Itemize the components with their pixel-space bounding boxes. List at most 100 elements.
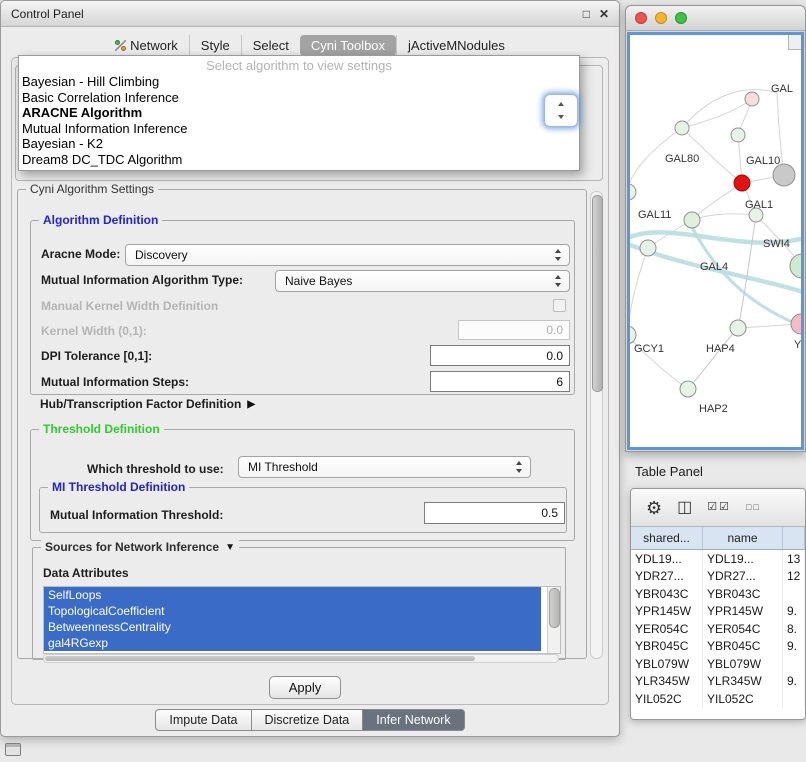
dropdown-placeholder: Select algorithm to view settings <box>19 57 579 74</box>
tab-jactivemnodules[interactable]: jActiveMNodules <box>396 35 516 56</box>
data-attributes-label: Data Attributes <box>43 566 129 580</box>
network-node[interactable] <box>773 164 795 186</box>
control-panel-titlebar[interactable]: Control Panel □ ✕ <box>1 1 619 27</box>
zoom-traffic-light[interactable] <box>675 12 687 24</box>
table-column-header[interactable] <box>783 527 805 549</box>
attributes-list-scrollbar[interactable] <box>547 587 560 653</box>
tab-network[interactable]: Network <box>104 35 189 56</box>
network-node[interactable] <box>630 326 636 344</box>
mi-threshold-group-label: MI Threshold Definition <box>48 480 189 494</box>
algorithm-option[interactable]: Mutual Information Inference <box>19 121 579 137</box>
hub-section-toggle[interactable]: Hub/Transcription Factor Definition ▶ <box>40 397 255 411</box>
table-cell: YLR345W <box>703 673 783 691</box>
apply-button[interactable]: Apply <box>269 676 341 699</box>
tab-style[interactable]: Style <box>189 35 241 56</box>
algorithm-option[interactable]: Basic Correlation Inference <box>19 90 579 106</box>
window-close-icon[interactable]: ✕ <box>599 8 609 20</box>
algorithm-option[interactable]: Bayesian - Hill Climbing <box>19 74 579 90</box>
sources-group-toggle[interactable]: Sources for Network Inference ▼ <box>41 540 239 554</box>
table-row[interactable]: YPR145WYPR145W9. <box>631 603 805 621</box>
table-header[interactable]: shared...name <box>631 527 805 550</box>
table-cell: YLR345W <box>631 673 703 691</box>
attribute-item[interactable]: BetweennessCentrality <box>44 619 541 635</box>
which-threshold-value: MI Threshold <box>248 460 318 474</box>
table-cell: YDR27... <box>703 568 783 586</box>
network-window-titlebar[interactable] <box>626 6 805 31</box>
network-node-label: Y <box>794 339 802 351</box>
table-cell <box>783 655 805 673</box>
manual-kernel-checkbox[interactable] <box>553 299 566 312</box>
table-row[interactable]: YER054CYER054C8. <box>631 620 805 638</box>
bottom-tab-discretize-data[interactable]: Discretize Data <box>252 709 364 731</box>
attributes-scrollbar-thumb[interactable] <box>549 588 560 628</box>
network-node[interactable] <box>730 320 746 336</box>
gear-icon[interactable]: ⚙ <box>646 499 662 517</box>
attribute-item[interactable]: gal4RGexp <box>44 635 541 651</box>
algorithm-combo-fragment[interactable] <box>544 94 578 127</box>
table-row[interactable]: YDR27...YDR27...12 <box>631 568 805 586</box>
data-attributes-list[interactable]: SelfLoopsTopologicalCoefficientBetweenne… <box>43 586 561 654</box>
algorithm-definition-group: Algorithm Definition Aracne Mode: Discov… <box>30 220 575 395</box>
which-threshold-combo[interactable]: MI Threshold <box>238 456 531 478</box>
bottom-tab-infer-network[interactable]: Infer Network <box>363 709 464 731</box>
mi-threshold-field[interactable] <box>424 502 565 524</box>
table-row[interactable]: YIL052CYIL052C <box>631 690 805 708</box>
settings-scrollbar-thumb[interactable] <box>592 195 603 392</box>
table-panel-title: Table Panel <box>635 464 703 479</box>
mi-steps-field[interactable] <box>430 371 570 392</box>
window-buttons: □ ✕ <box>583 8 609 20</box>
table-cell: YIL052C <box>631 690 703 708</box>
algorithm-option[interactable]: ARACNE Algorithm <box>19 105 579 121</box>
table-cell: YBR045C <box>631 638 703 656</box>
table-cell: 9. <box>783 673 805 691</box>
table-cell: YDL19... <box>631 550 703 568</box>
network-node[interactable] <box>630 184 636 200</box>
table-panel-window: ⚙ ◫ ☑☑ □□ shared...name YDL19...YDL19...… <box>630 488 806 720</box>
bottom-tab-impute-data[interactable]: Impute Data <box>155 709 251 731</box>
mi-type-label: Mutual Information Algorithm Type: <box>41 273 243 287</box>
kernel-width-field[interactable] <box>458 320 570 340</box>
network-node[interactable] <box>791 314 803 334</box>
columns-icon[interactable]: ◫ <box>677 500 692 516</box>
attributes-hscrollbar-thumb[interactable] <box>45 656 475 661</box>
tab-cyni-toolbox[interactable]: Cyni Toolbox <box>300 35 396 56</box>
table-row[interactable]: YBR043CYBR043C <box>631 585 805 603</box>
network-canvas[interactable]: GALGAL80GAL10GAL11GAL1SWI4GAL4GCY1HAP4HA… <box>627 32 804 450</box>
attribute-item[interactable]: SelfLoops <box>44 587 541 603</box>
network-node[interactable] <box>790 254 803 278</box>
network-node[interactable] <box>640 240 656 256</box>
algorithm-option[interactable]: Dream8 DC_TDC Algorithm <box>19 152 579 168</box>
table-cell: YDL19... <box>703 550 783 568</box>
table-cell: YBR043C <box>631 585 703 603</box>
table-column-header[interactable]: shared... <box>631 527 703 549</box>
table-cell: 8. <box>783 620 805 638</box>
algorithm-option[interactable]: Bayesian - K2 <box>19 136 579 152</box>
network-node[interactable] <box>731 128 745 142</box>
table-column-header[interactable]: name <box>703 527 783 549</box>
network-node[interactable] <box>745 92 759 106</box>
network-node[interactable] <box>684 212 700 228</box>
network-tab-icon <box>115 40 126 51</box>
table-row[interactable]: YLR345WYLR345W9. <box>631 673 805 691</box>
docked-window-icon[interactable] <box>5 743 21 756</box>
network-node[interactable] <box>675 121 689 135</box>
algorithm-dropdown-popup: Select algorithm to view settings Bayesi… <box>18 55 580 171</box>
tab-select[interactable]: Select <box>241 35 300 56</box>
deselect-all-icon[interactable]: □□ <box>746 503 761 512</box>
close-traffic-light[interactable] <box>635 12 647 24</box>
dpi-tolerance-field[interactable] <box>430 345 570 366</box>
mi-type-combo[interactable]: Naive Bayes <box>275 270 570 292</box>
minimize-traffic-light[interactable] <box>655 12 667 24</box>
select-all-icon[interactable]: ☑☑ <box>707 502 731 513</box>
aracne-mode-combo[interactable]: Discovery <box>125 244 570 266</box>
table-row[interactable]: YBL079WYBL079W <box>631 655 805 673</box>
settings-scrollbar[interactable] <box>590 191 603 659</box>
table-row[interactable]: YDL19...YDL19...13 <box>631 550 805 568</box>
attributes-hscrollbar[interactable] <box>43 654 559 663</box>
network-node[interactable] <box>680 381 696 397</box>
table-row[interactable]: YBR045CYBR045C9. <box>631 638 805 656</box>
tab-label: jActiveMNodules <box>408 38 505 53</box>
window-restore-icon[interactable]: □ <box>583 8 590 20</box>
attribute-item[interactable]: TopologicalCoefficient <box>44 603 541 619</box>
network-node[interactable] <box>734 175 750 191</box>
